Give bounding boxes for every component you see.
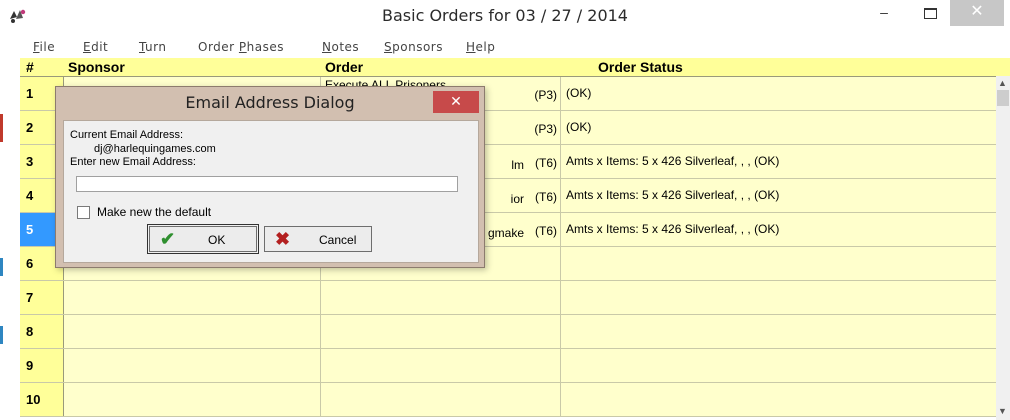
status-cell[interactable] [561,247,1000,280]
menu-order-phases-rest: hases [246,40,285,54]
sponsor-cell[interactable] [64,383,321,416]
menu-notes-rest: otes [331,40,360,54]
new-email-label: Enter new Email Address: [70,156,196,168]
menu-turn[interactable]: Turn [139,40,166,54]
order-text: ior [510,192,524,206]
table-row[interactable]: 9 [20,349,1010,383]
sponsor-cell[interactable] [64,315,321,348]
header-order-status[interactable]: Order Status [598,58,683,76]
order-cell[interactable] [321,383,561,416]
order-text: lm [511,158,524,172]
email-address-dialog: Email Address Dialog ✕ Current Email Add… [55,86,485,268]
row-number[interactable]: 8 [20,315,64,348]
status-cell[interactable] [561,383,1000,416]
order-phase-code: (P3) [534,122,557,136]
dialog-body: Current Email Address: dj@harlequingames… [63,120,479,263]
header-num: # [26,59,34,75]
status-text: Amts x Items: 5 x 426 Silverleaf, , , (O… [566,188,780,202]
status-cell[interactable] [561,281,1000,314]
table-row[interactable]: 10 [20,383,1010,417]
header-sponsor[interactable]: Sponsor [68,58,125,76]
status-cell[interactable]: Amts x Items: 5 x 426 Silverleaf, , , (O… [561,213,1000,246]
status-text: (OK) [566,120,592,134]
vertical-scrollbar[interactable]: ▲ ▼ [996,76,1010,420]
ok-button[interactable]: ✔ OK [147,224,259,254]
menu-order-phases-accel: P [238,40,247,54]
edge-strip-red [0,114,3,142]
order-cell[interactable] [321,315,561,348]
minimize-button[interactable]: – [862,0,906,26]
menu-order-phases-pre: Order [198,40,239,54]
dialog-title: Email Address Dialog [185,93,355,112]
order-text: gmake [487,226,524,240]
menu-order-phases[interactable]: Order Phases [198,40,284,54]
edge-strip-blue [0,258,3,276]
menu-edit-rest: dit [91,40,109,54]
current-email-value: dj@harlequingames.com [94,143,216,155]
menu-sponsors-accel: S [384,40,393,54]
menu-help[interactable]: Help [466,40,495,54]
order-cell[interactable] [321,281,561,314]
menu-notes[interactable]: Notes [322,40,359,54]
scroll-down-icon[interactable]: ▼ [998,406,1007,416]
menu-sponsors[interactable]: Sponsors [384,40,443,54]
row-number[interactable]: 10 [20,383,64,416]
title-bar: Basic Orders for 03 / 27 / 2014 – ✕ [0,0,1010,34]
status-cell[interactable]: (OK) [561,77,1000,110]
menu-help-rest: elp [475,40,496,54]
order-phase-code: (P3) [534,88,557,102]
cross-icon: ✖ [275,229,291,249]
status-cell[interactable] [561,349,1000,382]
order-phase-code: (T6) [535,190,557,204]
make-default-label: Make new the default [97,205,212,219]
sponsor-cell[interactable] [64,349,321,382]
menu-file-rest: ile [39,40,56,54]
table-row[interactable]: 8 [20,315,1010,349]
menu-edit[interactable]: Edit [83,40,108,54]
status-text: Amts x Items: 5 x 426 Silverleaf, , , (O… [566,154,780,168]
status-cell[interactable]: Amts x Items: 5 x 426 Silverleaf, , , (O… [561,145,1000,178]
status-cell[interactable]: Amts x Items: 5 x 426 Silverleaf, , , (O… [561,179,1000,212]
menu-edit-accel: E [83,40,92,54]
menu-help-accel: H [466,40,476,54]
make-default-checkbox[interactable] [77,206,90,219]
current-email-label: Current Email Address: [70,129,184,141]
menu-sponsors-rest: ponsors [392,40,443,54]
sponsor-cell[interactable] [64,281,321,314]
maximize-icon [923,8,937,19]
ok-button-label: OK [208,233,226,247]
scroll-thumb[interactable] [997,90,1009,106]
row-number[interactable]: 9 [20,349,64,382]
menu-turn-rest: urn [145,40,167,54]
row-number[interactable]: 7 [20,281,64,314]
cancel-button-label: Cancel [319,233,357,247]
checkmark-icon: ✔ [160,229,176,249]
new-email-input[interactable] [76,176,458,192]
status-cell[interactable] [561,315,1000,348]
close-button[interactable]: ✕ [950,0,1004,26]
menu-file[interactable]: File [33,40,55,54]
status-text: (OK) [566,86,592,100]
grid-header: # Sponsor Order Order Status [20,58,1010,77]
order-phase-code: (T6) [535,156,557,170]
cancel-button[interactable]: ✖ Cancel [264,226,372,252]
dialog-close-button[interactable]: ✕ [433,91,479,113]
order-cell[interactable] [321,349,561,382]
maximize-button[interactable] [908,0,952,26]
scroll-up-icon[interactable]: ▲ [998,78,1007,88]
status-cell[interactable]: (OK) [561,111,1000,144]
background-window-edge [0,58,20,420]
status-text: Amts x Items: 5 x 426 Silverleaf, , , (O… [566,222,780,236]
order-phase-code: (T6) [535,224,557,238]
edge-strip-blue-2 [0,326,3,344]
header-order[interactable]: Order [325,58,363,76]
window-title: Basic Orders for 03 / 27 / 2014 [382,6,628,25]
table-row[interactable]: 7 [20,281,1010,315]
menu-bar: File Edit Turn Order Phases Notes Sponso… [0,40,1010,56]
